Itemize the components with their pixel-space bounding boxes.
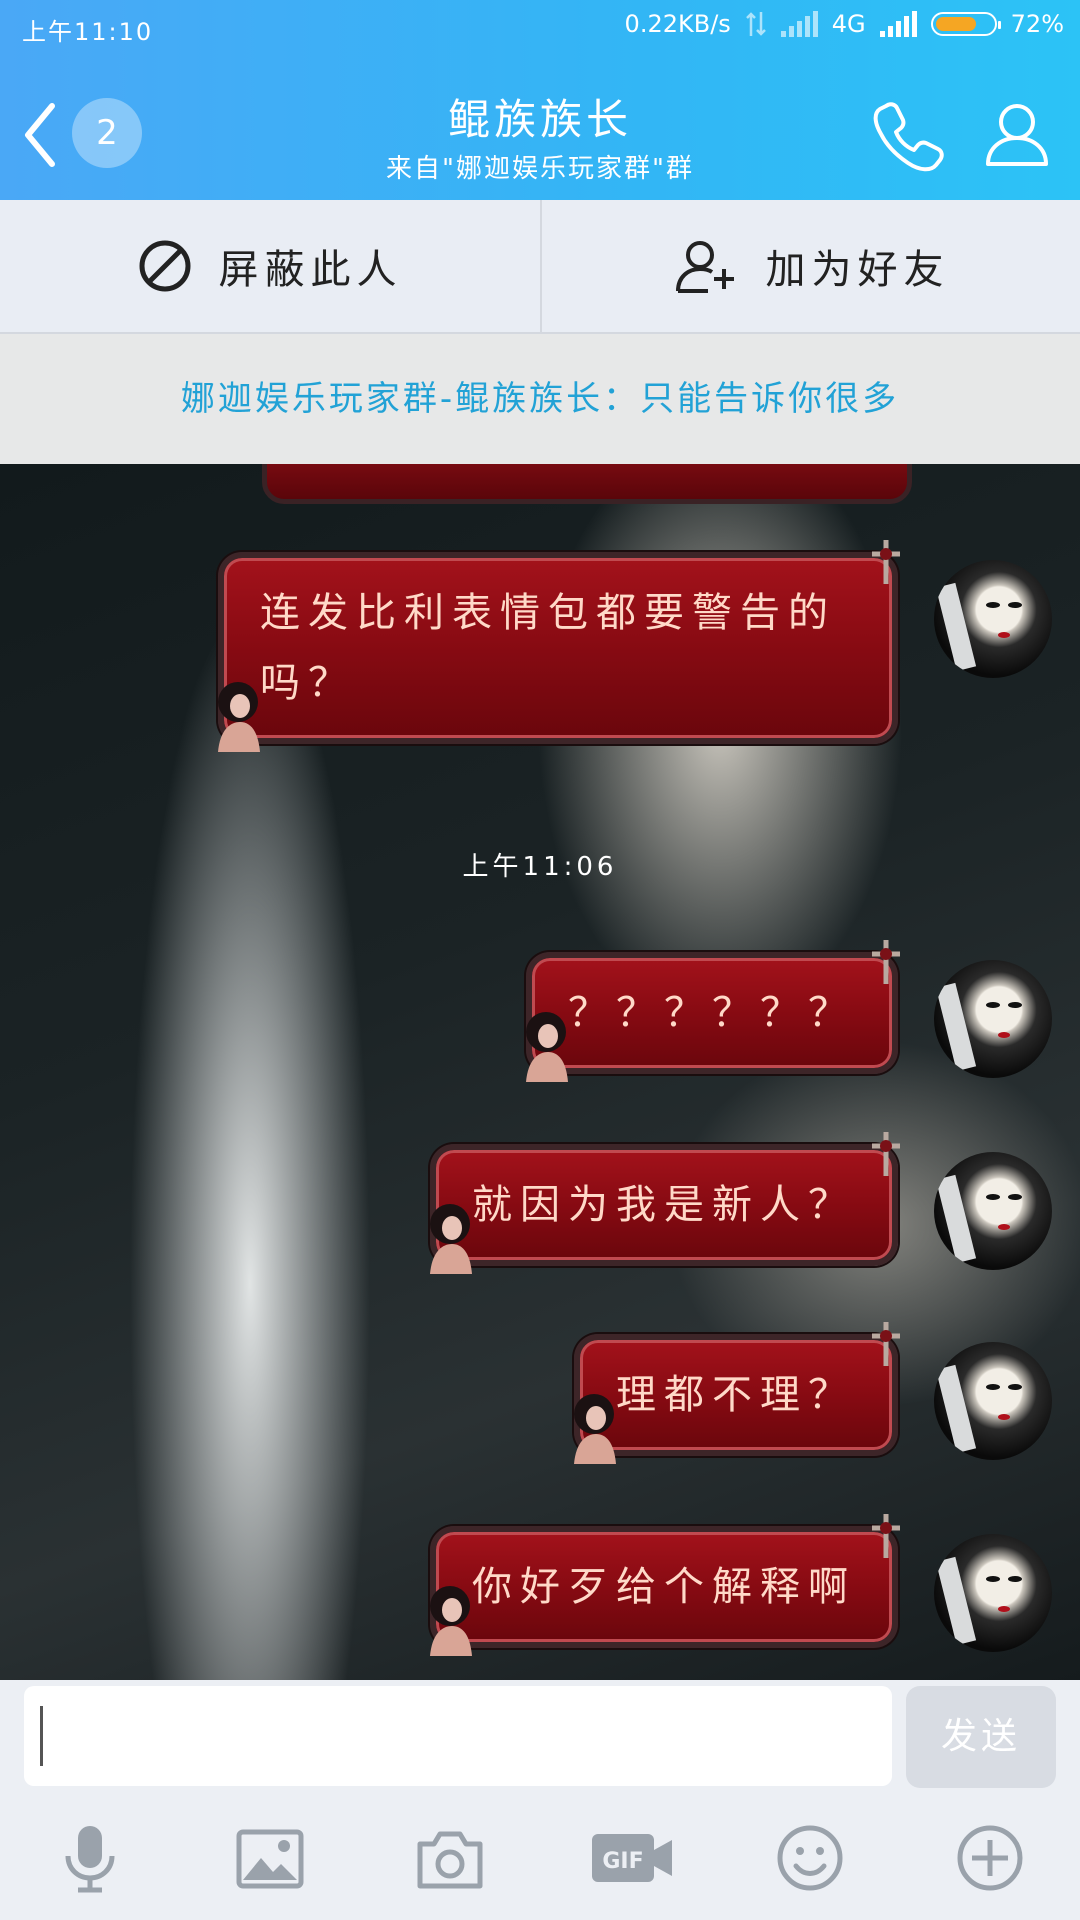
message-text: ？？？？？？ [568,990,856,1036]
network-type: 4G [831,10,866,38]
cross-ornament-icon [872,1132,900,1176]
signal-icon [780,11,818,37]
status-bar: 上午11:10 0.22KB/s 4G 72% [0,0,1080,56]
chat-area[interactable]: 连发比利表情包都要警告的吗？ 上午11:06 ？？？？？？ 就因为我是新人？ 理… [0,464,1080,1680]
gif-icon[interactable]: GIF [590,1822,674,1894]
girl-ornament-icon [430,1586,472,1656]
plus-icon[interactable] [954,1822,1026,1894]
message-bubble[interactable]: 就因为我是新人？ [430,1132,900,1274]
avatar[interactable] [934,560,1052,678]
image-icon[interactable] [234,1822,306,1894]
message-row: 你好歹给个解释啊 [430,1514,1052,1656]
cross-ornament-icon [872,1514,900,1558]
girl-ornament-icon [526,1012,568,1082]
message-bubble[interactable]: 你好歹给个解释啊 [430,1514,900,1656]
add-friend-label: 加为好友 [765,247,950,293]
profile-icon[interactable] [982,98,1052,168]
network-speed: 0.22KB/s [624,10,731,38]
send-button[interactable]: 发送 [906,1686,1056,1788]
avatar[interactable] [934,1534,1052,1652]
message-text: 连发比利表情包都要警告的吗？ [260,590,836,706]
time-separator: 上午11:06 [462,852,618,882]
emoji-icon[interactable] [774,1822,846,1894]
battery-fill [935,17,976,31]
block-user-button[interactable]: 屏蔽此人 [0,200,539,332]
block-icon [139,240,190,292]
add-friend-icon [675,241,734,293]
girl-ornament-icon [574,1394,616,1464]
status-time: 上午11:10 [22,18,154,46]
data-transfer-icon [745,12,766,36]
girl-ornament-icon [218,682,260,752]
message-row: 连发比利表情包都要警告的吗？ [218,540,1052,752]
message-bubble[interactable]: ？？？？？？ [526,940,900,1082]
add-friend-button[interactable]: 加为好友 [540,200,1080,332]
microphone-icon[interactable] [54,1822,126,1894]
phone-icon[interactable] [872,100,944,172]
message-bubble[interactable]: 连发比利表情包都要警告的吗？ [218,540,900,752]
message-bubble[interactable]: 理都不理？ [574,1322,900,1464]
text-caret [40,1706,43,1766]
camera-icon[interactable] [414,1822,486,1894]
message-row: 就因为我是新人？ [430,1132,1052,1274]
signal-icon-2 [879,11,917,37]
message-input[interactable] [24,1686,892,1786]
action-bar: 屏蔽此人 加为好友 [0,200,1080,334]
cross-ornament-icon [872,1322,900,1366]
avatar[interactable] [934,1342,1052,1460]
battery-icon [930,12,1001,36]
battery-text: 72% [1010,10,1064,38]
girl-ornament-icon [430,1204,472,1274]
message-text: 理都不理？ [616,1372,856,1418]
message-text: 就因为我是新人？ [472,1182,856,1228]
message-text: 你好歹给个解释啊 [472,1564,856,1610]
message-row: ？？？？？？ [526,940,1052,1082]
avatar[interactable] [934,1152,1052,1270]
cross-ornament-icon [872,540,900,584]
group-notice-banner[interactable]: 娜迦娱乐玩家群-鲲族族长：只能告诉你很多 [0,334,1080,464]
avatar[interactable] [934,960,1052,1078]
svg-text:GIF: GIF [602,1849,643,1874]
message-row: 理都不理？ [574,1322,1052,1464]
partial-message-bubble [262,464,912,504]
status-indicators: 0.22KB/s 4G 72% [625,10,1064,38]
cross-ornament-icon [872,940,900,984]
block-user-label: 屏蔽此人 [218,247,403,293]
title-bar: 上午11:10 0.22KB/s 4G 72% 2 鲲族族长 来自"娜迦娱乐玩家… [0,0,1080,200]
